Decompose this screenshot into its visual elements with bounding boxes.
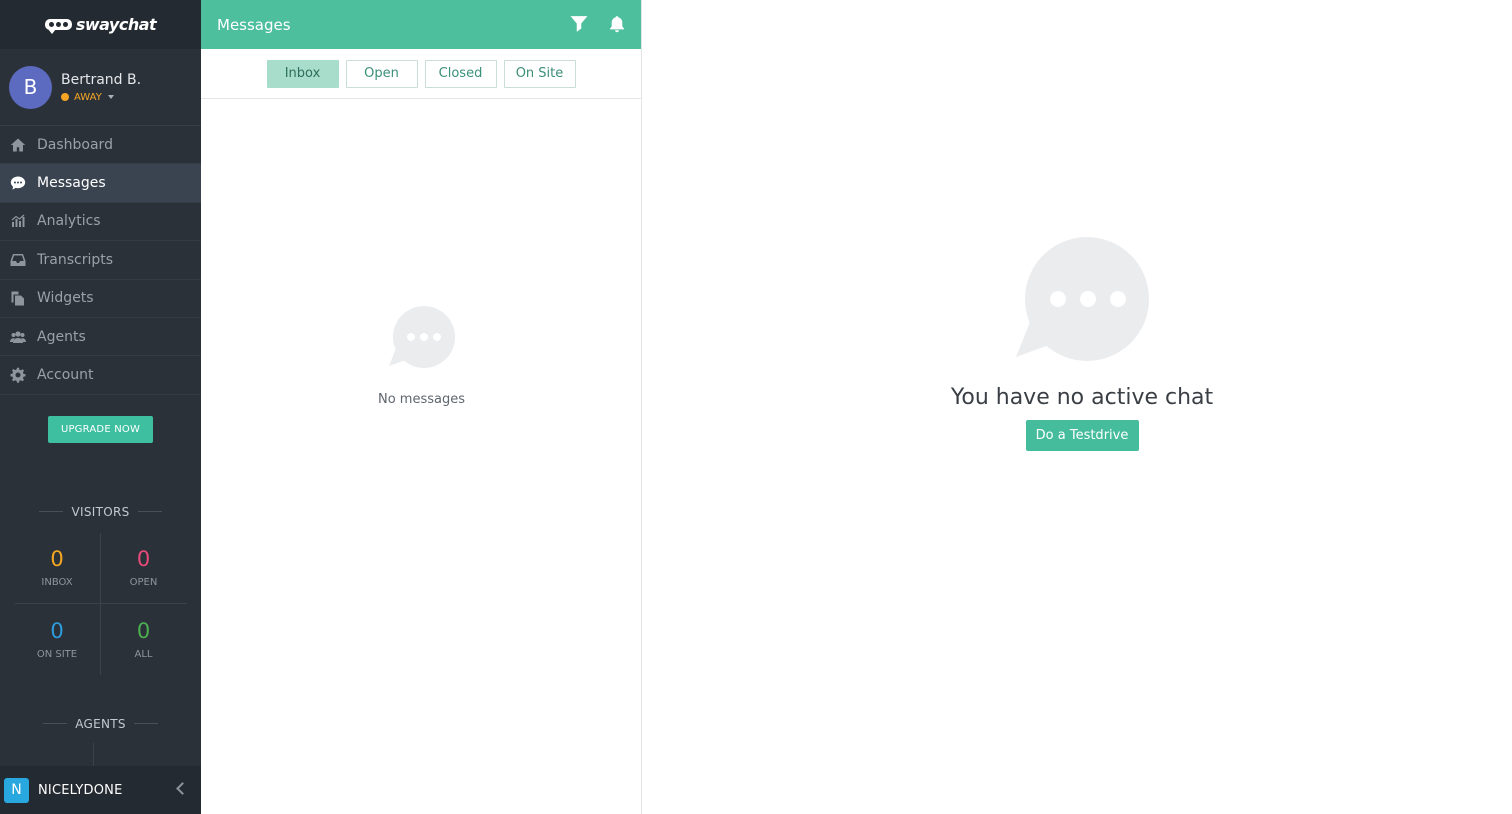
page-title: Messages — [217, 15, 291, 34]
bell-icon[interactable] — [607, 14, 627, 34]
visitor-stats: 0 INBOX 0 OPEN 0 ON SITE 0 ALL — [14, 532, 187, 675]
stat-value: 0 — [50, 618, 64, 643]
visitors-title: VISITORS — [71, 504, 130, 519]
stat-on-site[interactable]: 0 ON SITE — [15, 603, 101, 675]
messages-panel: Messages Inbox Open Closed On Site No me… — [201, 0, 642, 814]
caret-down-icon — [107, 95, 114, 99]
nav-item-messages[interactable]: Messages — [0, 164, 201, 203]
user-info: Bertrand B. AWAY — [61, 72, 141, 103]
tab-inbox[interactable]: Inbox — [266, 59, 339, 88]
stat-all[interactable]: 0 ALL — [101, 604, 187, 675]
agents-title: AGENTS — [75, 716, 126, 731]
gear-icon — [9, 366, 27, 384]
users-icon — [9, 328, 27, 346]
workspace-avatar[interactable]: N — [4, 777, 29, 803]
stat-value: 0 — [136, 618, 151, 643]
upgrade-now-button[interactable]: UPGRADE NOW — [48, 415, 153, 443]
inbox-icon — [9, 251, 27, 269]
no-active-chat-title: You have no active chat — [950, 385, 1214, 410]
chevron-left-icon[interactable] — [176, 782, 189, 795]
user-profile[interactable]: B Bertrand B. AWAY — [0, 49, 201, 126]
nav-label: Analytics — [37, 213, 101, 230]
messages-header: Messages — [201, 0, 641, 49]
sidebar: swaychat B Bertrand B. AWAY Dashboard Me… — [0, 0, 201, 814]
agents-section-title: AGENTS — [0, 717, 201, 731]
stat-value: 0 — [136, 547, 151, 572]
nav-item-analytics[interactable]: Analytics — [0, 203, 201, 242]
home-icon — [9, 136, 27, 154]
status-label: AWAY — [74, 91, 102, 103]
chat-area: You have no active chat Do a Testdrive — [642, 0, 1512, 814]
logo-text: swaychat — [75, 15, 157, 34]
stat-inbox[interactable]: 0 INBOX — [14, 532, 101, 604]
logo-bar: swaychat — [0, 0, 201, 49]
stat-open[interactable]: 0 OPEN — [100, 533, 187, 604]
status-dropdown[interactable]: AWAY — [61, 92, 141, 103]
stat-value: 0 — [50, 547, 64, 572]
empty-chat-state: You have no active chat Do a Testdrive — [642, 237, 1512, 451]
upgrade-wrap: UPGRADE NOW — [0, 415, 201, 443]
nav-label: Widgets — [37, 290, 94, 307]
agents-stats-divider — [93, 743, 94, 768]
nav-label: Account — [37, 367, 94, 384]
copy-icon — [9, 289, 27, 307]
status-dot-icon — [61, 93, 69, 101]
chat-bubble-icon — [387, 306, 457, 372]
workspace-name[interactable]: NICELYDONE — [38, 783, 123, 798]
bar-chart-icon — [9, 212, 27, 230]
tab-on-site[interactable]: On Site — [503, 59, 576, 88]
empty-message-list: No messages — [201, 306, 642, 407]
avatar: B — [9, 65, 52, 109]
user-name: Bertrand B. — [61, 71, 142, 88]
stat-label: ALL — [134, 648, 153, 660]
nav-label: Messages — [37, 175, 106, 192]
main-nav: Dashboard Messages Analytics Transcripts… — [0, 126, 201, 395]
nav-item-transcripts[interactable]: Transcripts — [0, 241, 201, 280]
nav-item-account[interactable]: Account — [0, 356, 201, 395]
stat-label: OPEN — [129, 577, 158, 589]
chat-bubble-icon — [1012, 237, 1152, 365]
logo-chat-icon — [44, 19, 72, 34]
filter-icon[interactable] — [569, 14, 589, 34]
swaychat-logo[interactable]: swaychat — [44, 15, 157, 34]
tab-closed[interactable]: Closed — [424, 59, 497, 88]
nav-item-agents[interactable]: Agents — [0, 318, 201, 357]
chat-icon — [9, 174, 27, 192]
testdrive-button[interactable]: Do a Testdrive — [1025, 420, 1139, 451]
nav-label: Dashboard — [37, 136, 113, 153]
visitors-section-title: VISITORS — [0, 505, 201, 519]
nav-label: Transcripts — [37, 251, 114, 268]
nav-label: Agents — [37, 328, 86, 345]
tab-open[interactable]: Open — [345, 59, 418, 88]
message-tabs: Inbox Open Closed On Site — [201, 49, 641, 99]
nav-item-widgets[interactable]: Widgets — [0, 280, 201, 318]
workspace-footer: N NICELYDONE — [0, 766, 201, 814]
nav-item-dashboard[interactable]: Dashboard — [0, 126, 201, 165]
empty-messages-text: No messages — [377, 392, 465, 407]
stat-label: ON SITE — [36, 648, 78, 660]
stat-label: INBOX — [41, 577, 73, 589]
